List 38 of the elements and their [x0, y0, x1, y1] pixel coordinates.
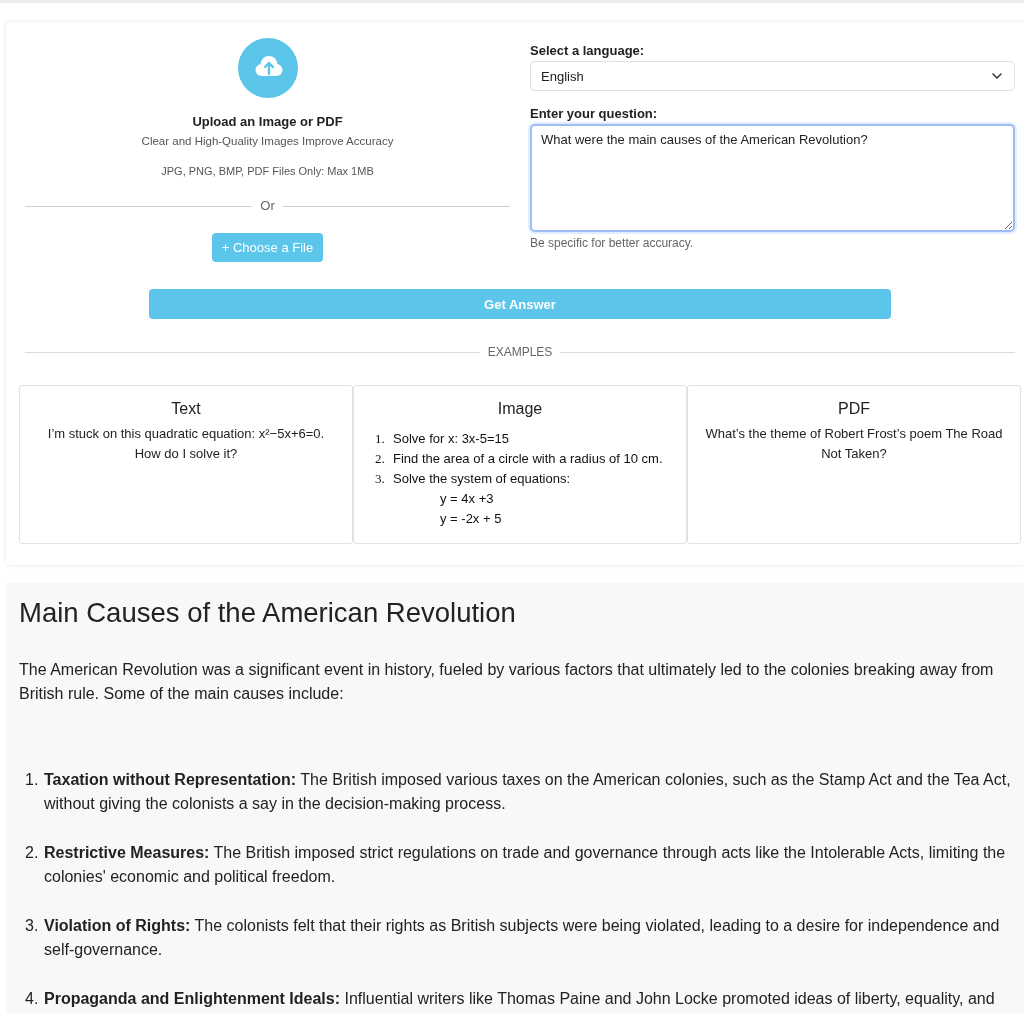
language-select[interactable]: English: [530, 61, 1015, 91]
question-input[interactable]: What were the main causes of the American Revolution?: [530, 124, 1015, 232]
example-card[interactable]: Text I’m stuck on this quadratic equation: x²−5x+6=0. How do I solve it?: [19, 385, 353, 544]
list-number: 4.: [25, 989, 40, 1009]
example-question: Solve the system of equations:: [393, 470, 571, 488]
upload-title: Upload an Image or PDF: [192, 114, 343, 130]
cause-text: Violation of Rights: The colonists felt that their rights as British subjects were being violated, leading to a desire for independence and self-governance.: [44, 916, 1001, 960]
or-divider-text: Or: [260, 198, 275, 214]
example-question: I’m stuck on this quadratic equation: x²−5x+6=0. How do I solve it?: [46, 425, 326, 463]
answer-intro: The American Revolution was a significant event in history, fueled by various factors that ultimately led to the colonies breaking away from British rule. Some of the main causes include:: [19, 660, 995, 704]
example-question: Find the area of a circle with a radius of 10 cm.: [393, 450, 663, 468]
language-label: Select a language:: [530, 43, 646, 59]
example-title: PDF: [837, 400, 871, 418]
list-number: 3.: [375, 470, 386, 488]
chevron-down-icon: [992, 73, 1002, 79]
question-hint: Be specific for better accuracy.: [530, 236, 695, 250]
example-title: Image: [496, 400, 544, 418]
cause-text: Restrictive Measures: The British imposed strict regulations on trade and governance through acts like the Intolerable Acts, limiting the colonies' economic and political freedom.: [44, 843, 1007, 887]
upload-cloud-icon[interactable]: [237, 38, 298, 98]
list-number: 1.: [375, 430, 386, 448]
question-label: Enter your question:: [530, 106, 659, 122]
list-number: 1.: [25, 770, 40, 790]
example-question: Solve for x: 3x-5=15: [393, 430, 509, 448]
cause-text: Propaganda and Enlightenment Ideals: Influential writers like Thomas Paine and John Locke promoted ideas of liberty, equality, and: [44, 989, 996, 1009]
list-number: 2.: [25, 843, 40, 863]
equation-text: y = -2x + 5: [440, 511, 502, 526]
list-number: 2.: [375, 450, 386, 468]
list-number: 3.: [25, 916, 40, 936]
examples-heading: EXAMPLES: [487, 344, 553, 360]
file-format-note: JPG, PNG, BMP, PDF Files Only: Max 1MB: [161, 164, 374, 178]
equation-text: y = 4x +3: [440, 491, 494, 506]
cause-text: Taxation without Representation: The British imposed various taxes on the American colonies, such as the Stamp Act and the Tea Act, without giving the colonists a say in the decision-making process.: [44, 770, 1011, 814]
answer-title: Main Causes of the American Revolution: [19, 598, 517, 628]
upload-subtitle: Clear and High-Quality Images Improve Accuracy: [141, 134, 394, 148]
example-title: Text: [170, 400, 202, 418]
example-card[interactable]: PDF What’s the theme of Robert Frost’s poem The Road Not Taken?: [687, 385, 1021, 544]
example-card[interactable]: Image 1. Solve for x: 3x-5=15 2. Find the area of a circle with a radius of 10 cm. 3. Solve the system of equations: y = 4x +3 y = -2x + 5: [353, 385, 687, 544]
example-question: What’s the theme of Robert Frost’s poem The Road Not Taken?: [704, 425, 1004, 463]
